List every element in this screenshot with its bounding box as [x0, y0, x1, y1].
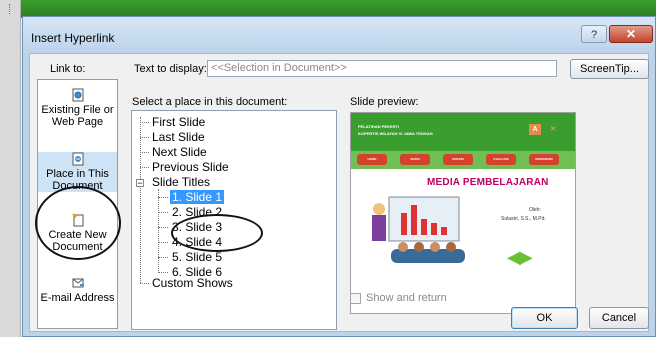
tree-item-last-slide[interactable]: Last Slide — [152, 130, 205, 144]
tree-connector — [158, 227, 168, 228]
dialog-body: Link to: Existing File or Web Page Place… — [29, 53, 649, 332]
slide-arrows-icon: ◀▶ — [507, 247, 533, 267]
tree-connector — [158, 197, 168, 198]
tree-item-slide-1[interactable]: 1. Slide 1 — [170, 190, 225, 204]
web-page-icon — [72, 88, 83, 102]
tree-connector — [158, 212, 168, 213]
tree-item-first-slide[interactable]: First Slide — [152, 115, 205, 129]
tree-item-next-slide[interactable]: Next Slide — [152, 145, 207, 159]
screentip-button[interactable]: ScreenTip... — [570, 59, 649, 79]
tree-connector — [140, 122, 149, 123]
slide-header: PELATIHAN PEKERTI KOPERTIS WILAYAH VI JA… — [351, 113, 575, 151]
place-list-label: Select a place in this document: — [132, 96, 288, 108]
tree-item-slide-titles[interactable]: Slide Titles — [152, 175, 210, 189]
close-slide-icon: ✕ — [550, 126, 556, 133]
slide-header-line1: PELATIHAN PEKERTI — [358, 124, 400, 129]
link-to-label-line1: Place in This — [46, 168, 109, 180]
dialog-title: Insert Hyperlink — [31, 31, 115, 45]
teacher-illustration — [372, 196, 465, 263]
collapse-icon[interactable]: − — [136, 179, 144, 188]
document-place-icon — [72, 152, 83, 166]
link-to-label: Link to: — [50, 63, 86, 75]
email-icon — [72, 278, 84, 288]
tree-item-slide-5[interactable]: 5. Slide 5 — [172, 250, 222, 264]
tree-connector — [140, 167, 149, 168]
insert-hyperlink-dialog: Insert Hyperlink ? ✕ Link to: Existing F… — [22, 16, 656, 337]
ok-button[interactable]: OK — [511, 307, 578, 329]
slide-preview: PELATIHAN PEKERTI KOPERTIS WILAYAH VI JA… — [350, 112, 576, 314]
tree-item-custom-shows[interactable]: Custom Shows — [152, 276, 233, 290]
close-button[interactable]: ✕ — [609, 25, 653, 43]
slide-nav-home: HOME — [357, 154, 387, 165]
show-and-return-label: Show and return — [366, 292, 447, 304]
font-icon: A — [529, 124, 541, 135]
cancel-button[interactable]: Cancel — [589, 307, 649, 329]
slide-nav-referensi: REFERENSI — [529, 154, 559, 165]
slide-preview-label: Slide preview: — [350, 96, 419, 108]
title-bar: Insert Hyperlink ? ✕ — [23, 17, 655, 53]
tree-connector — [140, 152, 149, 153]
slide-nav-evaluasi: EVALUASI — [486, 154, 516, 165]
slide-author-name: Sulastri, S.S., M.Pd. — [501, 216, 546, 222]
text-to-display-input[interactable]: <<Selection in Document>> — [207, 60, 557, 77]
slide-title: MEDIA PEMBELAJARAN — [427, 177, 549, 188]
link-to-label-line1: Existing File or — [41, 104, 114, 116]
grip-icon — [9, 4, 13, 14]
slide-author-label: Oleh: — [529, 207, 541, 213]
tree-connector — [140, 283, 149, 284]
tree-connector — [158, 189, 159, 273]
show-and-return-checkbox[interactable] — [350, 293, 361, 304]
link-to-label-line1: E-mail Address — [40, 292, 115, 304]
tree-connector — [158, 272, 168, 273]
background-left-pane — [0, 0, 21, 337]
tree-connector — [140, 117, 141, 283]
link-to-existing-file[interactable]: Existing File or Web Page — [38, 88, 117, 128]
slide-header-line2: KOPERTIS WILAYAH VI JAWA TENGAH — [358, 131, 433, 136]
help-button[interactable]: ? — [581, 25, 607, 43]
tree-connector — [140, 137, 149, 138]
tree-item-previous-slide[interactable]: Previous Slide — [152, 160, 229, 174]
text-to-display-label: Text to display: — [134, 63, 207, 75]
link-to-label-line2: Web Page — [51, 116, 104, 128]
tree-connector — [158, 242, 168, 243]
tree-connector — [158, 257, 168, 258]
annotation-circle-link-to — [35, 186, 121, 260]
link-to-email-address[interactable]: E-mail Address — [38, 276, 117, 304]
slide-nav-materi: MATERI — [443, 154, 473, 165]
slide-nav-skkd: SK/KD — [400, 154, 430, 165]
annotation-circle-slide-1 — [171, 214, 263, 252]
